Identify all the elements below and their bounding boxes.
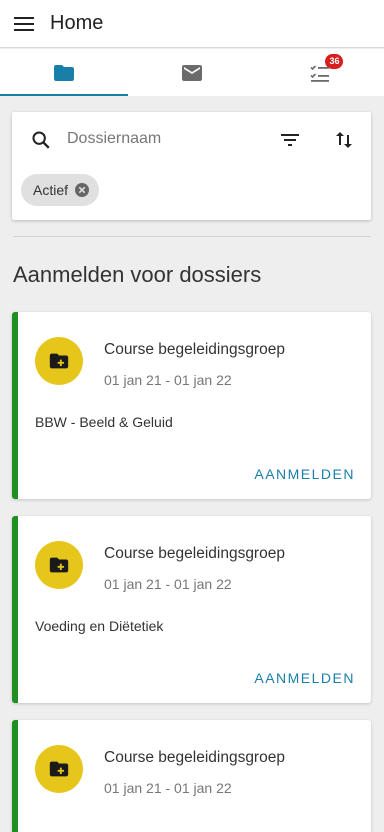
card-dates: 01 jan 21 - 01 jan 22 — [104, 780, 232, 796]
aanmelden-button[interactable]: AANMELDEN — [254, 670, 355, 686]
tab-berichten[interactable]: 10 — [128, 49, 342, 96]
search-icon — [32, 131, 50, 149]
card-dates: 01 jan 21 - 01 jan 22 — [104, 372, 232, 388]
card-title: Course begeleidingsgroep — [104, 749, 285, 766]
aanmelden-button[interactable]: AANMELDEN — [254, 466, 355, 482]
dossier-card: Course begeleidingsgroep 01 jan 21 - 01 … — [12, 516, 371, 703]
card-subject: BBW - Beeld & Geluid — [35, 414, 173, 430]
filter-chip-actief[interactable]: Actief — [21, 174, 100, 206]
close-icon[interactable] — [74, 182, 90, 198]
card-subject: Voeding en Diëtetiek — [35, 618, 164, 634]
folder-icon — [54, 64, 74, 81]
tab-dossiers[interactable] — [0, 49, 128, 96]
folder-add-icon — [49, 353, 69, 369]
tasks-badge: 36 — [326, 54, 343, 69]
filter-icon[interactable] — [278, 128, 302, 152]
menu-icon[interactable] — [0, 4, 48, 44]
avatar — [35, 337, 83, 385]
tab-bar: 10 36 — [0, 49, 384, 96]
card-dates: 01 jan 21 - 01 jan 22 — [104, 576, 232, 592]
avatar — [35, 745, 83, 793]
app-bar: Home — [0, 0, 384, 48]
folder-add-icon — [49, 761, 69, 777]
tab-taken[interactable]: 36 — [256, 49, 384, 96]
search-panel: Actief — [12, 112, 371, 220]
divider — [13, 236, 371, 237]
page-title: Home — [50, 12, 104, 34]
chip-label: Actief — [33, 182, 69, 198]
avatar — [35, 541, 83, 589]
card-title: Course begeleidingsgroep — [104, 545, 285, 562]
dossier-card: Course begeleidingsgroep 01 jan 21 - 01 … — [12, 312, 371, 499]
section-title: Aanmelden voor dossiers — [13, 262, 262, 287]
dossier-card: Course begeleidingsgroep 01 jan 21 - 01 … — [12, 720, 371, 832]
card-title: Course begeleidingsgroep — [104, 341, 285, 358]
folder-add-icon — [49, 557, 69, 573]
sort-icon[interactable] — [332, 128, 356, 152]
mail-icon — [182, 64, 202, 81]
search-input[interactable] — [67, 126, 267, 152]
